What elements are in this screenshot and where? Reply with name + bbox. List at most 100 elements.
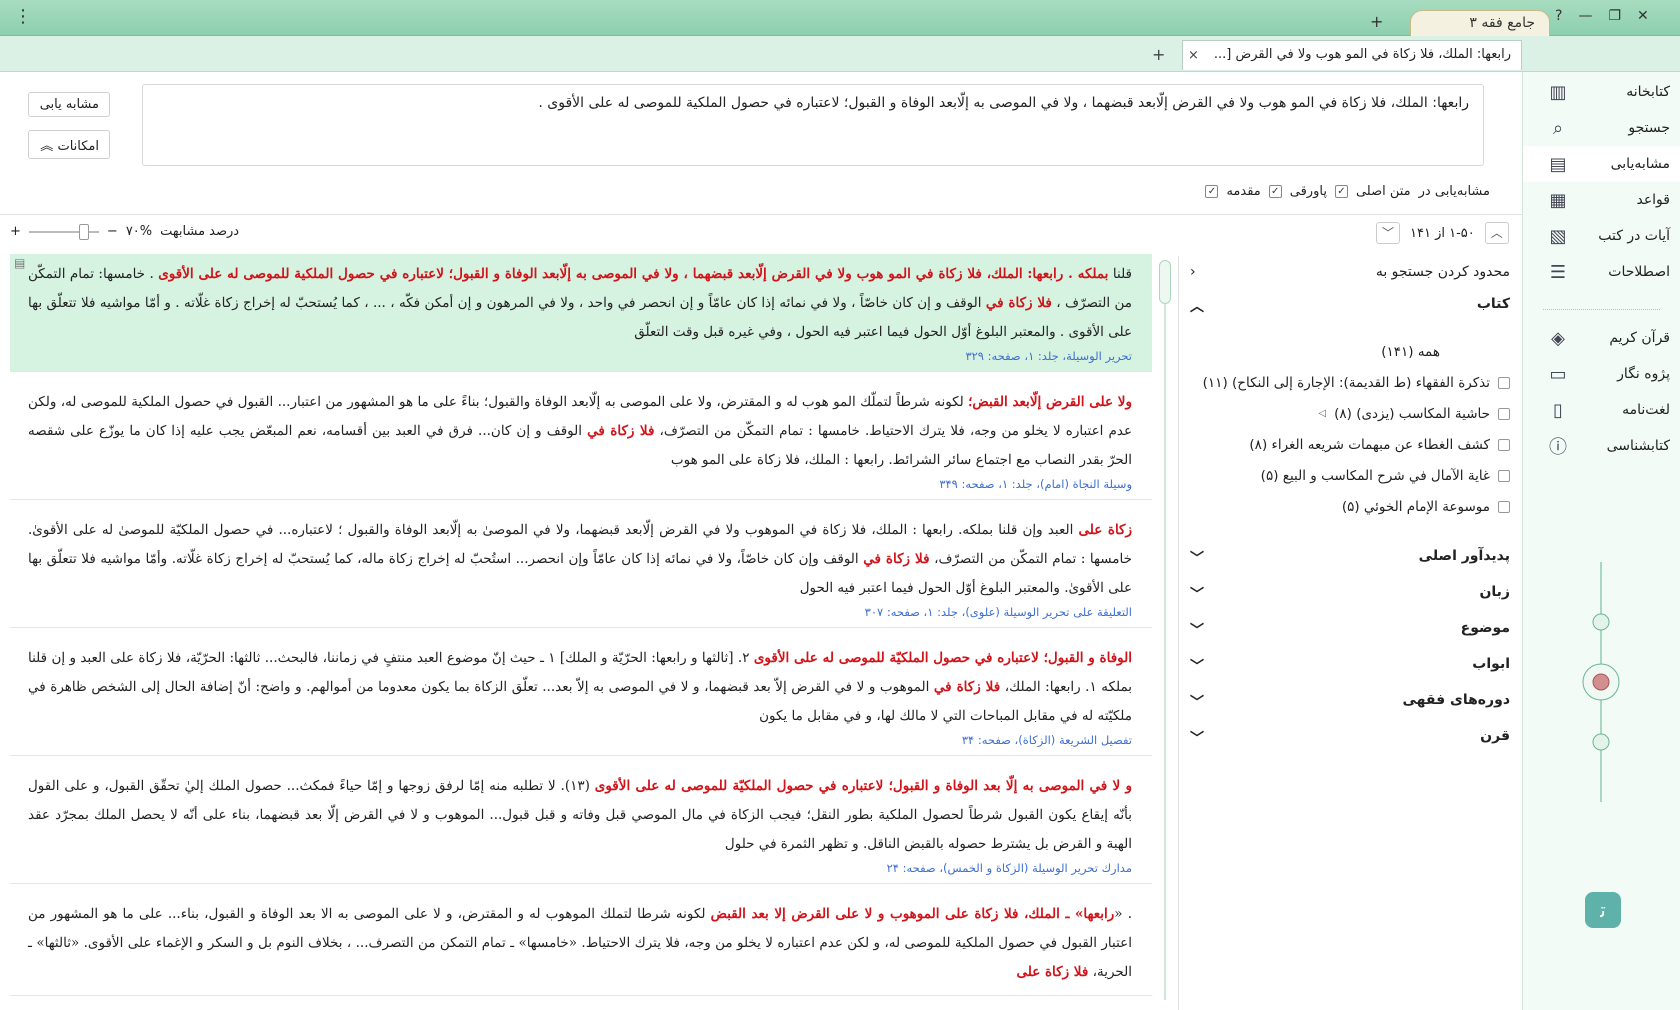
- ornament-decoration: [1582, 562, 1620, 802]
- sidebar-divider: [1543, 300, 1660, 310]
- document-tab[interactable]: رابعها: الملك، فلا زكاة في المو هوب ولا …: [1182, 40, 1522, 70]
- chevron-down-icon: ﹀: [1190, 623, 1204, 639]
- list-item[interactable]: همه (۱۴۱): [1192, 336, 1510, 367]
- scrollbar-track: [1164, 270, 1166, 1000]
- intro-checkbox[interactable]: ✓: [1205, 185, 1219, 198]
- books-section-header[interactable]: کتاب ︿: [1190, 296, 1510, 316]
- book-checkbox[interactable]: [1498, 438, 1510, 451]
- options-button[interactable]: امکانات ︽: [28, 130, 110, 159]
- expand-icon[interactable]: ◁: [1318, 408, 1326, 419]
- sidebar-item-quran[interactable]: قرآن کریم ◈: [1523, 320, 1680, 356]
- next-page-button[interactable]: ﹀: [1376, 222, 1400, 244]
- similar-search-button[interactable]: مشابه یابی: [28, 92, 110, 117]
- new-app-tab-button[interactable]: +: [1370, 12, 1383, 31]
- sidebar-item-label: قواعد: [1636, 192, 1670, 208]
- filter-header: محدود کردن جستجو به ‹: [1190, 264, 1510, 280]
- decrease-similarity-button[interactable]: −: [107, 224, 118, 239]
- note-icon[interactable]: ▤: [14, 256, 25, 270]
- section-label: پدیدآور اصلی: [1418, 548, 1510, 564]
- rules-icon: ▦: [1549, 189, 1567, 211]
- result-text: و لا في الموصى به إلّا بعد الوفاة و القب…: [28, 778, 1132, 852]
- sidebar-item-similar[interactable]: مشابه‌یابی ▤: [1523, 146, 1680, 182]
- sidebar-item-library[interactable]: کتابخانه ▥: [1523, 74, 1680, 110]
- results-scrollbar[interactable]: [1158, 256, 1172, 1006]
- result-source-link[interactable]: مدارك تحریر الوسیلة (الزكاة و الخمس)، صف…: [28, 861, 1132, 875]
- search-options: مشابه‌یابی در متن اصلی ✓ پاورقی ✓ مقدمه …: [1190, 184, 1490, 199]
- book-checkbox[interactable]: [1498, 407, 1510, 420]
- chevron-up-icon: ︿: [1190, 299, 1204, 315]
- search-in-label: مشابه‌یابی در: [1418, 184, 1490, 199]
- verses-icon: ▧: [1549, 225, 1567, 247]
- filter-section-periods[interactable]: دوره‌های فقهی ﹀: [1190, 692, 1510, 712]
- list-item[interactable]: موسوعة الإمام الخوئي (۵): [1192, 491, 1510, 522]
- filter-title: محدود کردن جستجو به: [1375, 264, 1510, 280]
- result-source-link[interactable]: تحریر الوسیلة، جلد: ۱، صفحه: ۳۲۹: [28, 349, 1132, 363]
- restore-button[interactable]: ❐: [1608, 8, 1621, 24]
- sidebar-item-bibliography[interactable]: کتابشناسی ⓘ: [1523, 428, 1680, 464]
- filter-section-creator[interactable]: پدیدآور اصلی ﹀: [1190, 548, 1510, 568]
- chevron-down-icon: ﹀: [1190, 659, 1204, 675]
- results-list: ▤ قلنا بملكه . رابعها: الملك، فلا زكاة ف…: [10, 254, 1152, 1010]
- list-item[interactable]: كشف الغطاء عن مبهمات شريعه الغراء (۸): [1192, 429, 1510, 460]
- pager: ︿ ۱-۵۰ از ۱۴۱ ﹀: [1376, 222, 1509, 244]
- list-item[interactable]: غاية الآمال في شرح المكاسب و البيع (۵): [1192, 460, 1510, 491]
- sidebar-item-terms[interactable]: اصطلاحات ☰: [1523, 254, 1680, 290]
- dictionary-icon: ▯: [1553, 399, 1563, 421]
- query-text-area[interactable]: رابعها: الملك، فلا زكاة في المو هوب ولا …: [142, 84, 1484, 166]
- result-source-link[interactable]: وسیلة النجاة (امام)، جلد: ۱، صفحه: ۳۴۹: [28, 477, 1132, 491]
- divider: [0, 214, 1522, 215]
- main-text-checkbox[interactable]: ✓: [1334, 185, 1348, 198]
- result-source-link[interactable]: التعلیقة علی تحریر الوسیلة (علوی)، جلد: …: [28, 605, 1132, 619]
- sidebar-item-label: آیات در کتب: [1598, 228, 1670, 244]
- chevron-down-icon: ﹀: [1190, 731, 1204, 747]
- footnote-checkbox[interactable]: ✓: [1268, 185, 1282, 198]
- chevron-down-icon: ﹀: [1190, 695, 1204, 711]
- result-source-link[interactable]: تفصیل الشریعة (الزكاة)، صفحه: ۳۴: [28, 733, 1132, 747]
- list-item[interactable]: تذكرة الفقهاء (ط القديمة): الإجارة إلى ا…: [1192, 367, 1510, 398]
- sidebar-item-dictionary[interactable]: لغت‌نامه ▯: [1523, 392, 1680, 428]
- book-checkbox[interactable]: [1498, 376, 1510, 389]
- collapse-panel-icon[interactable]: ‹: [1190, 264, 1196, 280]
- sidebar-item-search[interactable]: جستجو ⌕: [1523, 110, 1680, 146]
- result-item[interactable]: قلنا بملكه . رابعها: الملك، فلا زكاة في …: [10, 254, 1152, 372]
- close-window-button[interactable]: ✕: [1637, 8, 1649, 24]
- similarity-slider[interactable]: [28, 223, 99, 240]
- quran-icon: ◈: [1551, 327, 1565, 349]
- result-item[interactable]: الوفاة و القبول؛ لاعتباره في حصول الملكي…: [10, 638, 1152, 756]
- minimize-button[interactable]: —: [1578, 8, 1592, 24]
- filter-section-language[interactable]: زبان ﹀: [1190, 584, 1510, 604]
- add-tab-button[interactable]: +: [1152, 45, 1165, 64]
- all-books-label: همه (۱۴۱): [1381, 343, 1440, 360]
- main-text-label: متن اصلی: [1355, 184, 1411, 199]
- more-menu-icon[interactable]: ⋮: [14, 6, 32, 27]
- slider-handle[interactable]: [78, 223, 89, 240]
- filter-section-chapters[interactable]: ابواب ﹀: [1190, 656, 1510, 676]
- filter-section-century[interactable]: قرن ﹀: [1190, 728, 1510, 748]
- result-text: قلنا بملكه . رابعها: الملك، فلا زكاة في …: [28, 266, 1133, 340]
- book-checkbox[interactable]: [1498, 500, 1510, 513]
- app-tab[interactable]: جامع فقه ۳: [1410, 10, 1550, 36]
- result-item[interactable]: . «رابعها» ـ الملك، فلا زكاة على الموهوب…: [10, 894, 1152, 996]
- sidebar-item-rules[interactable]: قواعد ▦: [1523, 182, 1680, 218]
- result-item[interactable]: و لا في الموصى به إلّا بعد الوفاة و القب…: [10, 766, 1152, 884]
- sidebar-item-label: پژوه نگار: [1617, 366, 1670, 382]
- result-item[interactable]: زكاة على العبد وإن قلنا بملكه. رابعها : …: [10, 510, 1152, 628]
- sidebar-item-verses[interactable]: آیات در کتب ▧: [1523, 218, 1680, 254]
- filter-section-subject[interactable]: موضوع ﹀: [1190, 620, 1510, 640]
- document-tab-title: رابعها: الملك، فلا زكاة في المو هوب ولا …: [1213, 47, 1511, 62]
- similarity-label: درصد مشابهت: [160, 224, 240, 239]
- list-item[interactable]: حاشية المكاسب (يزدى) (۸) ◁: [1192, 398, 1510, 429]
- section-label: موضوع: [1460, 620, 1510, 636]
- app-tab-title: جامع فقه ۳: [1469, 15, 1535, 31]
- increase-similarity-button[interactable]: +: [10, 224, 21, 239]
- library-icon: ▥: [1549, 81, 1567, 103]
- help-button[interactable]: ?: [1555, 8, 1562, 24]
- book-checkbox[interactable]: [1498, 469, 1510, 482]
- close-tab-icon[interactable]: ×: [1188, 48, 1199, 63]
- scrollbar-thumb[interactable]: [1159, 260, 1171, 304]
- section-label: دوره‌های فقهی: [1402, 692, 1510, 708]
- result-item[interactable]: ولا على القرض إلّابعد القبض؛ لكونه شرطاً…: [10, 382, 1152, 500]
- book-label: تذكرة الفقهاء (ط القديمة): الإجارة إلى ا…: [1202, 374, 1490, 391]
- sidebar-item-notes[interactable]: پژوه نگار ▭: [1523, 356, 1680, 392]
- prev-page-button[interactable]: ︿: [1484, 222, 1509, 244]
